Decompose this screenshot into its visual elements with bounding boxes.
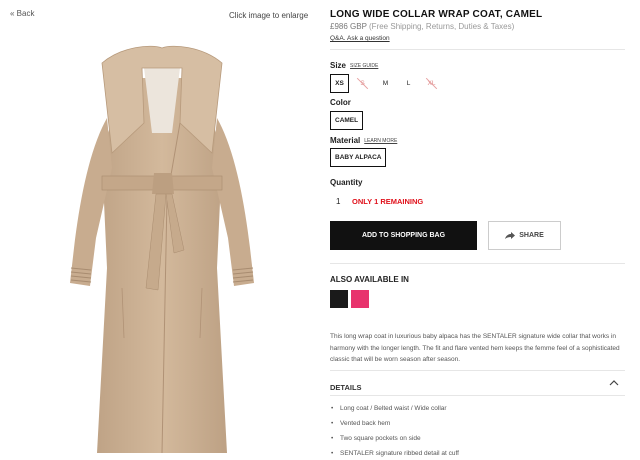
add-to-bag-button[interactable]: ADD TO SHOPPING BAG — [330, 221, 477, 250]
color-option-camel[interactable]: CAMEL — [330, 111, 364, 130]
size-option-l[interactable]: L — [399, 74, 418, 93]
size-option-xs[interactable]: XS — [330, 74, 349, 93]
list-item: Vented back hem — [330, 416, 459, 431]
product-description: This long wrap coat in luxurious baby al… — [330, 333, 620, 363]
stock-warning: ONLY 1 REMAINING — [352, 197, 424, 206]
share-arrow-icon — [505, 231, 516, 239]
divider — [330, 49, 625, 50]
size-label-row: Size SIZE GUIDE — [330, 61, 378, 70]
divider — [330, 395, 625, 396]
share-button[interactable]: SHARE — [488, 221, 561, 250]
material-option-baby-alpaca[interactable]: BABY ALPACA — [330, 148, 387, 167]
material-label: Material — [330, 136, 361, 145]
color-swatch-pink[interactable] — [351, 290, 369, 308]
quantity-label: Quantity — [330, 178, 363, 187]
size-label: Size — [330, 61, 347, 70]
add-to-bag-label: ADD TO SHOPPING BAG — [361, 232, 446, 239]
chevron-up-icon — [609, 380, 619, 386]
product-image[interactable] — [62, 38, 262, 458]
learn-more-link[interactable]: LEARN MORE — [364, 138, 397, 144]
shipping-note: (Free Shipping, Returns, Duties & Taxes) — [369, 22, 515, 31]
size-option-m[interactable]: M — [376, 74, 395, 93]
details-label: DETAILS — [330, 383, 362, 392]
enlarge-hint: Click image to enlarge — [229, 11, 309, 20]
back-link[interactable]: « Back — [10, 9, 34, 18]
also-available-label: ALSO AVAILABLE IN — [330, 275, 409, 284]
color-label: Color — [330, 98, 351, 107]
quantity-select[interactable]: 1 — [336, 197, 340, 206]
size-guide-link[interactable]: SIZE GUIDE — [350, 63, 378, 69]
qa-link[interactable]: Q&A. Ask a question — [330, 35, 390, 42]
product-title: LONG WIDE COLLAR WRAP COAT, CAMEL — [330, 9, 543, 20]
list-item: SENTALER signature ribbed detail at cuff — [330, 446, 459, 460]
divider — [330, 263, 625, 264]
size-option-s[interactable]: S — [353, 74, 372, 93]
divider — [330, 370, 625, 371]
color-swatch-black[interactable] — [330, 290, 348, 308]
details-list: Long coat / Belted waist / Wide collar V… — [330, 401, 459, 460]
price-line: £986 GBP (Free Shipping, Returns, Duties… — [330, 22, 514, 31]
share-label: SHARE — [519, 232, 544, 239]
size-options: XS S M L XL — [330, 74, 441, 93]
size-option-xl[interactable]: XL — [422, 74, 441, 93]
details-accordion-header[interactable]: DETAILS — [330, 377, 625, 392]
material-label-row: Material LEARN MORE — [330, 136, 397, 145]
list-item: Long coat / Belted waist / Wide collar — [330, 401, 459, 416]
list-item: Two square pockets on side — [330, 431, 459, 446]
price: £986 GBP — [330, 22, 367, 31]
